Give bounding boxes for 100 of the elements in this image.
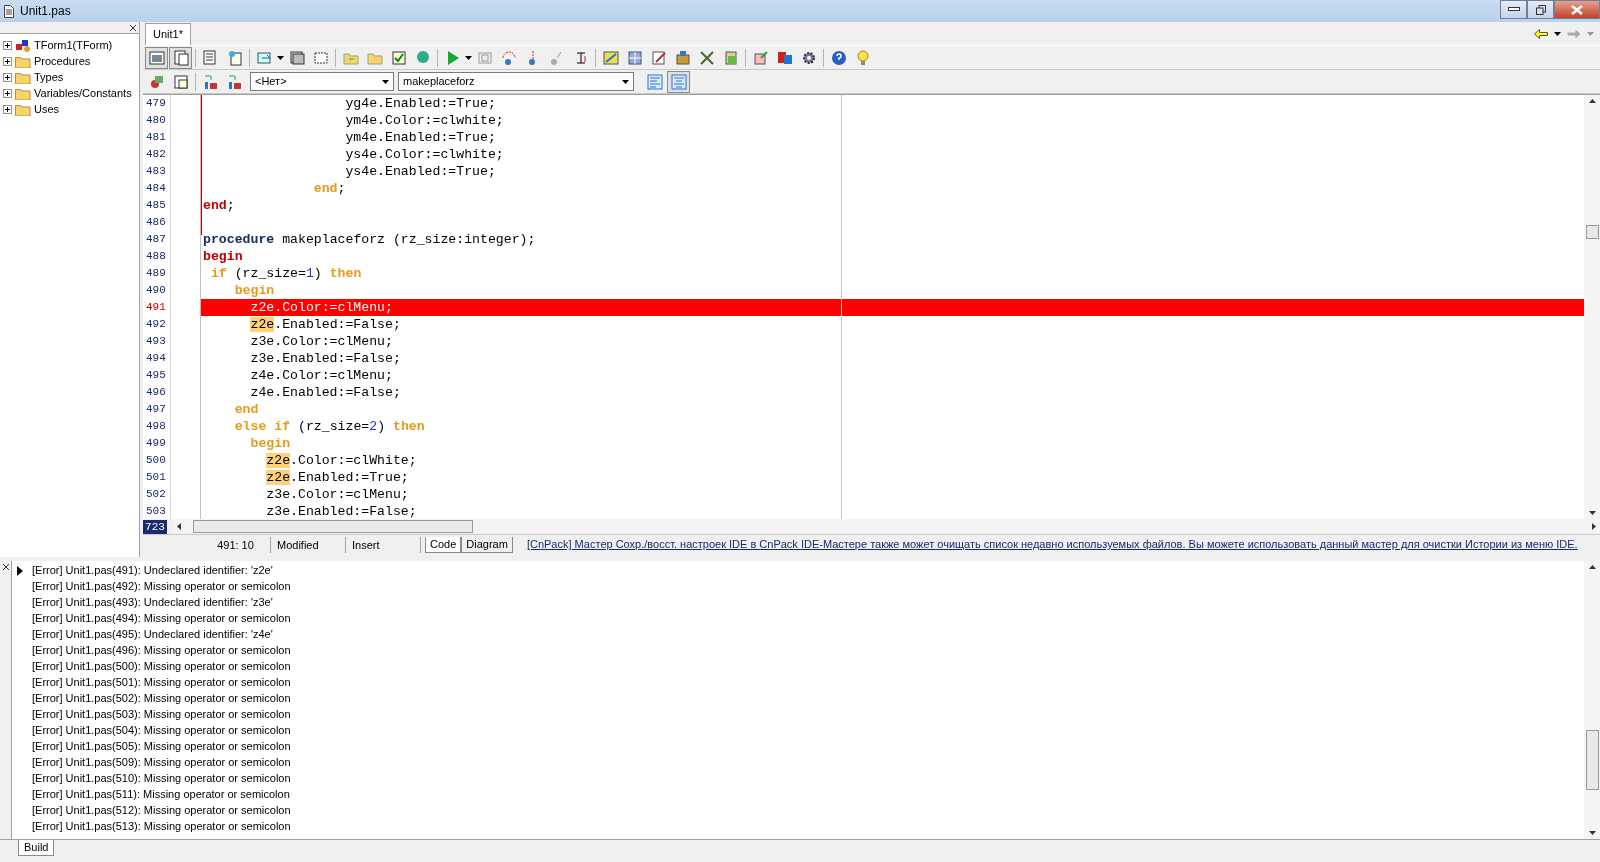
expand-toggle[interactable]: [3, 104, 12, 114]
window-icon[interactable]: [172, 73, 189, 90]
close-icon[interactable]: [1, 563, 10, 571]
caret-icon[interactable]: [381, 79, 389, 84]
error-message[interactable]: [Error] Unit1.pas(513): Missing operator or semicolon: [28, 818, 1584, 834]
error-message[interactable]: [Error] Unit1.pas(509): Missing operator or semicolon: [28, 754, 1584, 770]
clipboard-icon[interactable]: [722, 49, 739, 66]
expand-toggle[interactable]: [3, 56, 12, 66]
line-number: 499: [145, 436, 167, 451]
tree-item[interactable]: Procedures: [3, 53, 139, 69]
error-message[interactable]: [Error] Unit1.pas(503): Missing operator or semicolon: [28, 706, 1584, 722]
restore-button[interactable]: [1527, 0, 1554, 19]
view-tab[interactable]: Code: [425, 536, 462, 553]
error-message[interactable]: [Error] Unit1.pas(495): Undeclared identifier: 'z4e': [28, 626, 1584, 642]
gear-icon[interactable]: [800, 49, 817, 66]
open-icon[interactable]: [256, 49, 273, 66]
error-message[interactable]: [Error] Unit1.pas(493): Undeclared identifier: 'z3e': [28, 594, 1584, 610]
close-button[interactable]: [1554, 0, 1600, 19]
error-message[interactable]: [Error] Unit1.pas(505): Missing operator or semicolon: [28, 738, 1584, 754]
scroll-down-icon[interactable]: [1588, 831, 1596, 835]
view-tab[interactable]: Diagram: [461, 536, 513, 553]
vertical-scrollbar[interactable]: [1584, 95, 1600, 519]
vertical-scrollbar[interactable]: [1584, 561, 1600, 839]
method-combo[interactable]: makeplaceforz: [398, 72, 634, 91]
interface-icon[interactable]: [202, 73, 219, 90]
pointer-arrow-icon: [17, 566, 23, 576]
code-line: z3e.Enabled:=False;: [265, 503, 418, 520]
tree-item[interactable]: Variables/Constants: [3, 85, 139, 101]
code-line: ys4e.Color:=clwhite;: [344, 146, 505, 163]
scrollbar-thumb[interactable]: [193, 520, 473, 533]
error-message[interactable]: [Error] Unit1.pas(510): Missing operator or semicolon: [28, 770, 1584, 786]
error-message[interactable]: [Error] Unit1.pas(512): Missing operator or semicolon: [28, 802, 1584, 818]
line-number: 496: [145, 385, 167, 400]
wizard-icon[interactable]: [602, 49, 619, 66]
scroll-right-icon[interactable]: [1592, 523, 1596, 530]
folder-icon: [15, 102, 31, 116]
tree-item-label: Uses: [34, 101, 60, 117]
line-number: 500: [145, 453, 167, 468]
caret-icon[interactable]: [621, 79, 629, 84]
checklist-icon[interactable]: [390, 49, 407, 66]
form-view-icon[interactable]: [148, 49, 165, 66]
error-message[interactable]: [Error] Unit1.pas(500): Missing operator or semicolon: [28, 658, 1584, 674]
error-message[interactable]: [Error] Unit1.pas(496): Missing operator or semicolon: [28, 642, 1584, 658]
help-icon[interactable]: [830, 49, 847, 66]
error-message[interactable]: [Error] Unit1.pas(491): Undeclared identifier: 'z2e': [28, 562, 1584, 578]
close-icon[interactable]: [129, 23, 137, 32]
tree-item[interactable]: TForm1(TForm): [3, 37, 139, 53]
tools-icon[interactable]: [698, 49, 715, 66]
export-icon[interactable]: [752, 49, 769, 66]
components-icon[interactable]: [776, 49, 793, 66]
window-list-icon[interactable]: [202, 49, 219, 66]
hint-link[interactable]: [CnPack] Мастер Сохр./восст. настроек IDE в CnPack IDE-Мастере также может очищать список недавно используемых файлов. Вы можете использовать данный мастер для очистки Истории из меню IDE.: [526, 536, 1578, 553]
browse-icon[interactable]: [148, 73, 165, 90]
line-number: 493: [145, 334, 167, 349]
caret-icon[interactable]: [277, 55, 284, 60]
grid-icon[interactable]: [626, 49, 643, 66]
folder-icon: [15, 86, 31, 100]
modified-status: Modified: [271, 536, 346, 553]
document-icon: [4, 4, 14, 18]
line-number: 482: [145, 147, 167, 162]
frame-icon[interactable]: [312, 49, 329, 66]
caret-icon[interactable]: [465, 55, 472, 60]
error-message[interactable]: [Error] Unit1.pas(511): Missing operator or semicolon: [28, 786, 1584, 802]
restore-icon: [1535, 4, 1546, 15]
error-message[interactable]: [Error] Unit1.pas(502): Missing operator or semicolon: [28, 690, 1584, 706]
error-message[interactable]: [Error] Unit1.pas(494): Missing operator or semicolon: [28, 610, 1584, 626]
scroll-left-icon[interactable]: [177, 523, 181, 530]
expand-toggle[interactable]: [3, 88, 12, 98]
minimize-button[interactable]: [1500, 0, 1527, 19]
form-icon: [15, 38, 31, 52]
tree-item[interactable]: Types: [3, 69, 139, 85]
horizontal-scrollbar[interactable]: [173, 519, 1600, 534]
code-line: procedure makeplaceforz (rz_size:integer);: [202, 231, 537, 248]
scroll-up-icon[interactable]: [1588, 99, 1596, 103]
message-tab[interactable]: Build: [18, 840, 55, 856]
editor-tab[interactable]: Unit1*: [145, 22, 191, 45]
error-message[interactable]: [Error] Unit1.pas(501): Missing operator or semicolon: [28, 674, 1584, 690]
tree-item[interactable]: Uses: [3, 101, 139, 117]
step-over-icon[interactable]: [500, 49, 517, 66]
error-message[interactable]: [Error] Unit1.pas(492): Missing operator or semicolon: [28, 578, 1584, 594]
minimize-icon: [1507, 7, 1520, 12]
package-icon[interactable]: [674, 49, 691, 66]
implementation-icon[interactable]: [226, 73, 243, 90]
back-arrow-icon[interactable]: [1534, 29, 1548, 39]
edit-icon[interactable]: [650, 49, 667, 66]
scrollbar-thumb[interactable]: [1585, 730, 1599, 790]
lightbulb-icon[interactable]: [854, 49, 871, 66]
unit-view-icon[interactable]: [172, 49, 189, 66]
scroll-up-icon[interactable]: [1588, 565, 1596, 569]
scrollbar-thumb[interactable]: [1585, 225, 1599, 239]
line-number: 486: [145, 215, 167, 230]
new-item-icon[interactable]: [226, 49, 243, 66]
scroll-down-icon[interactable]: [1588, 511, 1596, 515]
plus-icon: [4, 57, 11, 65]
error-message[interactable]: [Error] Unit1.pas(504): Missing operator or semicolon: [28, 722, 1584, 738]
expand-toggle[interactable]: [3, 72, 12, 82]
stack-icon[interactable]: [288, 49, 305, 66]
expand-toggle[interactable]: [3, 40, 12, 50]
class-combo[interactable]: <Нет>: [250, 72, 394, 91]
caret-icon[interactable]: [1554, 32, 1561, 36]
